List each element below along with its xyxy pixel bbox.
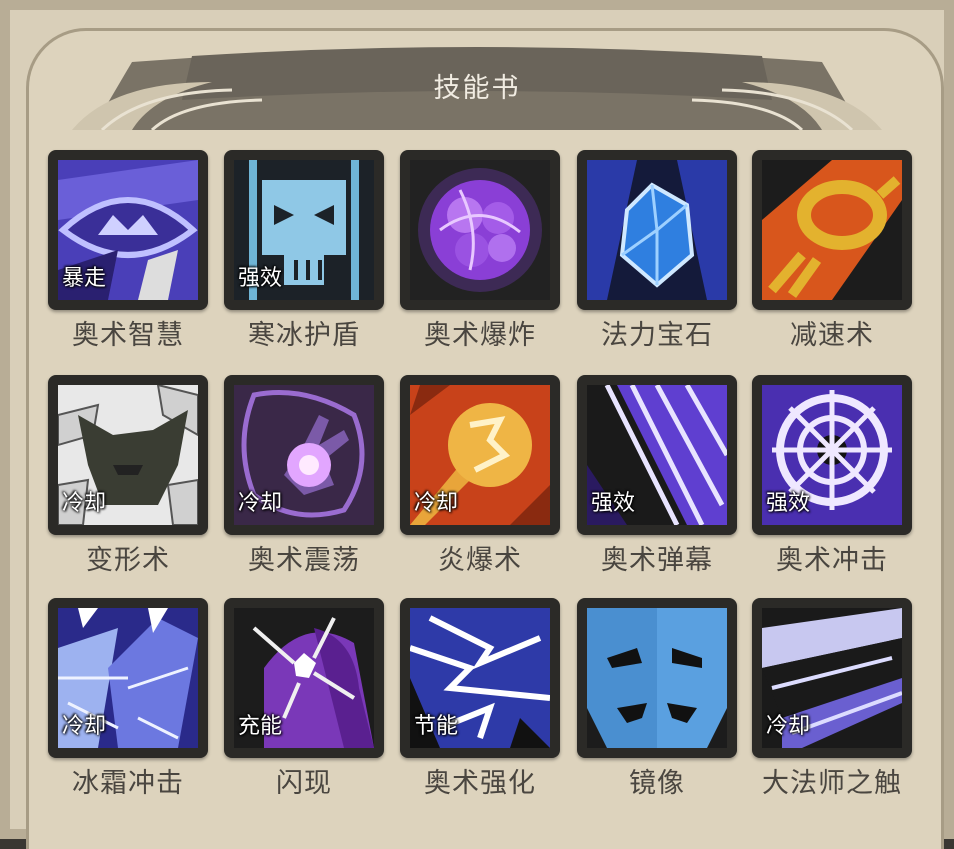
skill-slot[interactable]: 冷却变形术	[48, 375, 208, 576]
skill-slot[interactable]: 法力宝石	[577, 150, 737, 351]
skill-icon-frame[interactable]: 冷却	[400, 375, 560, 535]
skill-slot[interactable]: 暴走奥术智慧	[48, 150, 208, 351]
skill-modifier-tag: 强效	[766, 491, 811, 516]
skill-slot[interactable]: 节能奥术强化	[400, 598, 560, 799]
page-title: 技能书	[433, 73, 521, 104]
skill-slot[interactable]: 冷却冰霜冲击	[48, 598, 208, 799]
skill-name: 大法师之触	[762, 768, 902, 799]
skill-modifier-tag: 充能	[238, 714, 283, 739]
skill-name: 奥术震荡	[248, 545, 360, 576]
skill-modifier-tag: 冷却	[62, 714, 107, 739]
skill-modifier-tag: 节能	[414, 714, 459, 739]
skill-icon-frame[interactable]: 强效	[224, 150, 384, 310]
skill-icon-frame[interactable]	[400, 150, 560, 310]
skill-icon-frame[interactable]: 冷却	[224, 375, 384, 535]
skill-modifier-tag: 强效	[591, 491, 636, 516]
skill-modifier-tag: 冷却	[414, 491, 459, 516]
chain-ring-icon	[762, 160, 902, 300]
skill-name: 镜像	[629, 768, 685, 799]
skill-modifier-tag: 暴走	[62, 266, 107, 291]
skill-icon-frame[interactable]: 充能	[224, 598, 384, 758]
skill-icon-frame[interactable]	[752, 150, 912, 310]
arcane-orb-icon	[410, 160, 550, 300]
skill-slot[interactable]: 强效奥术冲击	[752, 375, 912, 576]
skill-name: 炎爆术	[438, 545, 522, 576]
skill-icon-frame[interactable]	[577, 598, 737, 758]
skill-name: 奥术强化	[424, 768, 536, 799]
skill-modifier-tag: 冷却	[238, 491, 283, 516]
skill-slot[interactable]: 强效奥术弹幕	[577, 375, 737, 576]
skill-slot[interactable]: 冷却奥术震荡	[224, 375, 384, 576]
skill-slot[interactable]: 减速术	[752, 150, 912, 351]
mirror-faces-icon	[587, 608, 727, 748]
skill-name: 奥术冲击	[776, 545, 888, 576]
skill-name: 奥术弹幕	[601, 545, 713, 576]
skill-slot[interactable]: 充能闪现	[224, 598, 384, 799]
skill-name: 奥术智慧	[72, 320, 184, 351]
skill-modifier-tag: 冷却	[766, 714, 811, 739]
skill-name: 奥术爆炸	[424, 320, 536, 351]
skill-icon-frame[interactable]: 冷却	[48, 598, 208, 758]
skill-name: 变形术	[86, 545, 170, 576]
skill-slot[interactable]: 镜像	[577, 598, 737, 799]
skill-slot[interactable]: 冷却大法师之触	[752, 598, 912, 799]
skill-name: 寒冰护盾	[248, 320, 360, 351]
skill-icon-frame[interactable]: 冷却	[752, 598, 912, 758]
skill-slot[interactable]: 冷却炎爆术	[400, 375, 560, 576]
skill-name: 闪现	[276, 768, 332, 799]
mana-gem-icon	[587, 160, 727, 300]
skill-name: 冰霜冲击	[72, 768, 184, 799]
skill-modifier-tag: 冷却	[62, 491, 107, 516]
skill-slot[interactable]: 奥术爆炸	[400, 150, 560, 351]
skill-slot[interactable]: 强效寒冰护盾	[224, 150, 384, 351]
skill-icon-frame[interactable]: 强效	[577, 375, 737, 535]
skill-name: 减速术	[790, 320, 874, 351]
skill-icon-frame[interactable]: 冷却	[48, 375, 208, 535]
skill-name: 法力宝石	[601, 320, 713, 351]
skill-icon-frame[interactable]: 强效	[752, 375, 912, 535]
skill-icon-frame[interactable]: 节能	[400, 598, 560, 758]
skill-icon-frame[interactable]	[577, 150, 737, 310]
skill-icon-frame[interactable]: 暴走	[48, 150, 208, 310]
skill-modifier-tag: 强效	[238, 266, 283, 291]
